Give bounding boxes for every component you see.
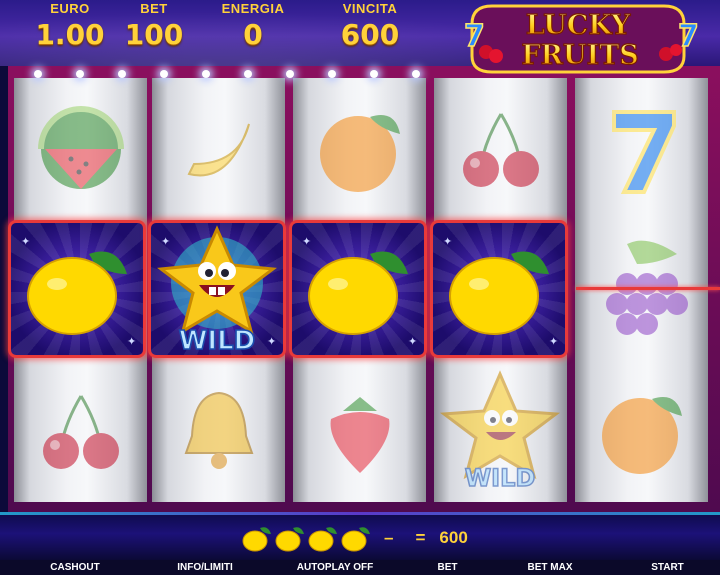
bell-symbol [152, 366, 285, 496]
lemon-icon [306, 522, 339, 555]
logo-line1: LUCKY [526, 10, 631, 41]
bet-button[interactable]: BET [410, 560, 485, 575]
seven-symbol [575, 84, 708, 214]
wild-star-symbol: WILD [151, 223, 283, 355]
energia-value: 0 [243, 18, 263, 51]
lemon-symbol [11, 223, 143, 355]
orange-symbol [293, 84, 426, 214]
euro-value: 1.00 [35, 18, 105, 51]
wild-label: WILD [465, 464, 536, 492]
vincita-value: 600 [340, 18, 400, 51]
cashout-button[interactable]: CASHOUT [0, 560, 150, 575]
energia-meter: ENERGIA 0 [216, 0, 290, 52]
win-cell-1: ✦ ✦ [8, 220, 146, 358]
cherries-symbol [434, 84, 567, 214]
info-limiti-button[interactable]: INFO/LIMITI [150, 560, 260, 575]
wild-star-symbol: WILD [434, 366, 567, 496]
win-line-info: – = 600 [240, 520, 468, 556]
bet-max-button[interactable]: BET MAX [485, 560, 615, 575]
euro-label: EURO [50, 1, 90, 16]
energia-label: ENERGIA [221, 1, 285, 16]
banana-symbol [152, 84, 285, 214]
orange-symbol [575, 366, 708, 496]
lemon-symbol [292, 223, 424, 355]
win-cell-4: ✦ ✦ [430, 220, 568, 358]
cherries-symbol [14, 366, 147, 496]
bet-meter: BET 100 [118, 0, 190, 52]
win-equals: = [415, 528, 426, 547]
bet-label: BET [140, 1, 168, 16]
win-dash: – [384, 528, 394, 547]
logo-line2: FRUITS [521, 40, 638, 71]
bet-value: 100 [124, 18, 184, 51]
lucky-fruits-logo: 7 7 LUCKY FRUITS [452, 2, 704, 76]
button-bar: CASHOUT INFO/LIMITI AUTOPLAY OFF BET BET… [0, 560, 720, 575]
win-cell-3: ✦ ✦ [289, 220, 427, 358]
vincita-label: VINCITA [342, 1, 398, 16]
watermelon-symbol [14, 84, 147, 214]
lemon-icon [240, 522, 273, 555]
win-amount: 600 [439, 528, 468, 547]
win-lemons [240, 522, 372, 555]
wild-label: WILD [179, 326, 256, 355]
vincita-meter: VINCITA 600 [330, 0, 410, 52]
lemon-icon [339, 522, 372, 555]
reel-5 [575, 78, 708, 502]
lemon-icon [273, 522, 306, 555]
payline [576, 287, 720, 290]
autoplay-button[interactable]: AUTOPLAY OFF [260, 560, 410, 575]
euro-meter: EURO 1.00 [22, 0, 118, 52]
strawberry-symbol [293, 366, 426, 496]
win-cell-2: ✦ ✦ WILD [148, 220, 286, 358]
lemon-symbol [433, 223, 565, 355]
start-button[interactable]: START [615, 560, 720, 575]
